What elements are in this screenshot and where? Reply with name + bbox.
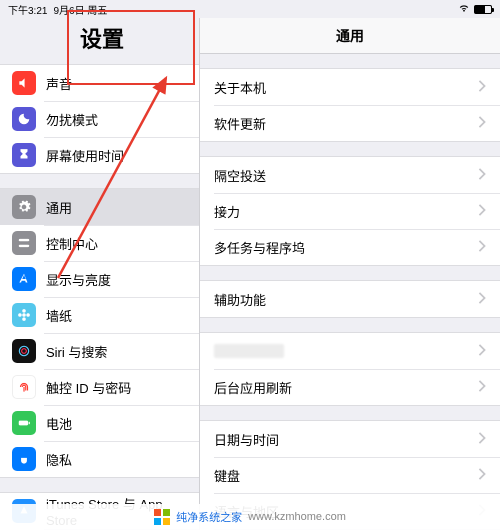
chevron-right-icon bbox=[478, 432, 486, 447]
chevron-right-icon bbox=[478, 116, 486, 131]
settings-sidebar: 设置 声音 勿扰模式 屏幕使用时间 通用 控制中心 bbox=[0, 18, 200, 530]
sidebar-item-label: 勿扰模式 bbox=[46, 110, 98, 129]
sidebar-item-general[interactable]: 通用 bbox=[0, 189, 199, 225]
switches-icon bbox=[12, 231, 36, 255]
sidebar-item-label: 电池 bbox=[46, 414, 72, 433]
sidebar-item-control-center[interactable]: 控制中心 bbox=[0, 225, 199, 261]
sidebar-item-touchid[interactable]: 触控 ID 与密码 bbox=[0, 369, 199, 405]
flower-icon bbox=[12, 303, 36, 327]
sidebar-item-label: 墙纸 bbox=[46, 306, 72, 325]
detail-group-storage: 后台应用刷新 bbox=[200, 332, 500, 406]
detail-item-datetime[interactable]: 日期与时间 bbox=[200, 421, 500, 457]
watermark-logo-icon bbox=[154, 509, 170, 525]
chevron-right-icon bbox=[478, 80, 486, 95]
detail-item-background-refresh[interactable]: 后台应用刷新 bbox=[200, 369, 500, 405]
sidebar-item-label: 屏幕使用时间 bbox=[46, 146, 124, 165]
text-size-icon bbox=[12, 267, 36, 291]
sidebar-item-siri[interactable]: Siri 与搜索 bbox=[0, 333, 199, 369]
sidebar-item-label: 通用 bbox=[46, 198, 72, 217]
sidebar-item-label: 触控 ID 与密码 bbox=[46, 378, 131, 397]
moon-icon bbox=[12, 107, 36, 131]
gear-icon bbox=[12, 195, 36, 219]
chevron-right-icon bbox=[478, 204, 486, 219]
detail-item-redacted[interactable] bbox=[200, 333, 500, 369]
sidebar-item-dnd[interactable]: 勿扰模式 bbox=[0, 101, 199, 137]
sidebar-item-label: Siri 与搜索 bbox=[46, 342, 107, 361]
detail-item-keyboard[interactable]: 键盘 bbox=[200, 457, 500, 493]
watermark-bar: 纯净系统之家 www.kzmhome.com bbox=[0, 504, 500, 530]
detail-pane: 通用 关于本机 软件更新 隔空投送 接力 多任务与程序坞 辅助功能 后台应用刷新… bbox=[200, 18, 500, 530]
watermark-url: www.kzmhome.com bbox=[248, 511, 346, 523]
battery-icon bbox=[474, 5, 492, 14]
siri-icon bbox=[12, 339, 36, 363]
sidebar-group-2: 通用 控制中心 显示与亮度 墙纸 Siri 与搜索 触控 ID 与密码 bbox=[0, 188, 199, 478]
detail-item-about[interactable]: 关于本机 bbox=[200, 69, 500, 105]
chevron-right-icon bbox=[478, 380, 486, 395]
sound-icon bbox=[12, 71, 36, 95]
detail-item-software-update[interactable]: 软件更新 bbox=[200, 105, 500, 141]
sidebar-title: 设置 bbox=[0, 18, 199, 64]
chevron-right-icon bbox=[478, 468, 486, 483]
sidebar-item-label: 控制中心 bbox=[46, 234, 98, 253]
redacted-label bbox=[214, 344, 284, 358]
hourglass-icon bbox=[12, 143, 36, 167]
status-date: 9月6日 周五 bbox=[53, 2, 107, 17]
detail-item-multitask[interactable]: 多任务与程序坞 bbox=[200, 229, 500, 265]
sidebar-item-label: 声音 bbox=[46, 74, 72, 93]
chevron-right-icon bbox=[478, 292, 486, 307]
sidebar-item-privacy[interactable]: 隐私 bbox=[0, 441, 199, 477]
wifi-icon bbox=[458, 3, 470, 16]
battery-icon bbox=[12, 411, 36, 435]
detail-group-accessibility: 辅助功能 bbox=[200, 280, 500, 318]
detail-group-about: 关于本机 软件更新 bbox=[200, 68, 500, 142]
sidebar-item-display[interactable]: 显示与亮度 bbox=[0, 261, 199, 297]
sidebar-item-label: 隐私 bbox=[46, 450, 72, 469]
sidebar-group-1: 声音 勿扰模式 屏幕使用时间 bbox=[0, 64, 199, 174]
chevron-right-icon bbox=[478, 240, 486, 255]
status-bar: 下午3:21 9月6日 周五 bbox=[0, 0, 500, 18]
detail-title: 通用 bbox=[200, 18, 500, 54]
sidebar-item-wallpaper[interactable]: 墙纸 bbox=[0, 297, 199, 333]
hand-icon bbox=[12, 447, 36, 471]
sidebar-item-label: 显示与亮度 bbox=[46, 270, 111, 289]
detail-item-accessibility[interactable]: 辅助功能 bbox=[200, 281, 500, 317]
watermark-site: 纯净系统之家 bbox=[176, 509, 242, 525]
status-time: 下午3:21 bbox=[8, 2, 47, 17]
fingerprint-icon bbox=[12, 375, 36, 399]
sidebar-item-battery[interactable]: 电池 bbox=[0, 405, 199, 441]
detail-item-airdrop[interactable]: 隔空投送 bbox=[200, 157, 500, 193]
sidebar-item-screentime[interactable]: 屏幕使用时间 bbox=[0, 137, 199, 173]
detail-group-airdrop: 隔空投送 接力 多任务与程序坞 bbox=[200, 156, 500, 266]
sidebar-item-sound[interactable]: 声音 bbox=[0, 65, 199, 101]
chevron-right-icon bbox=[478, 168, 486, 183]
detail-item-handoff[interactable]: 接力 bbox=[200, 193, 500, 229]
chevron-right-icon bbox=[478, 344, 486, 359]
